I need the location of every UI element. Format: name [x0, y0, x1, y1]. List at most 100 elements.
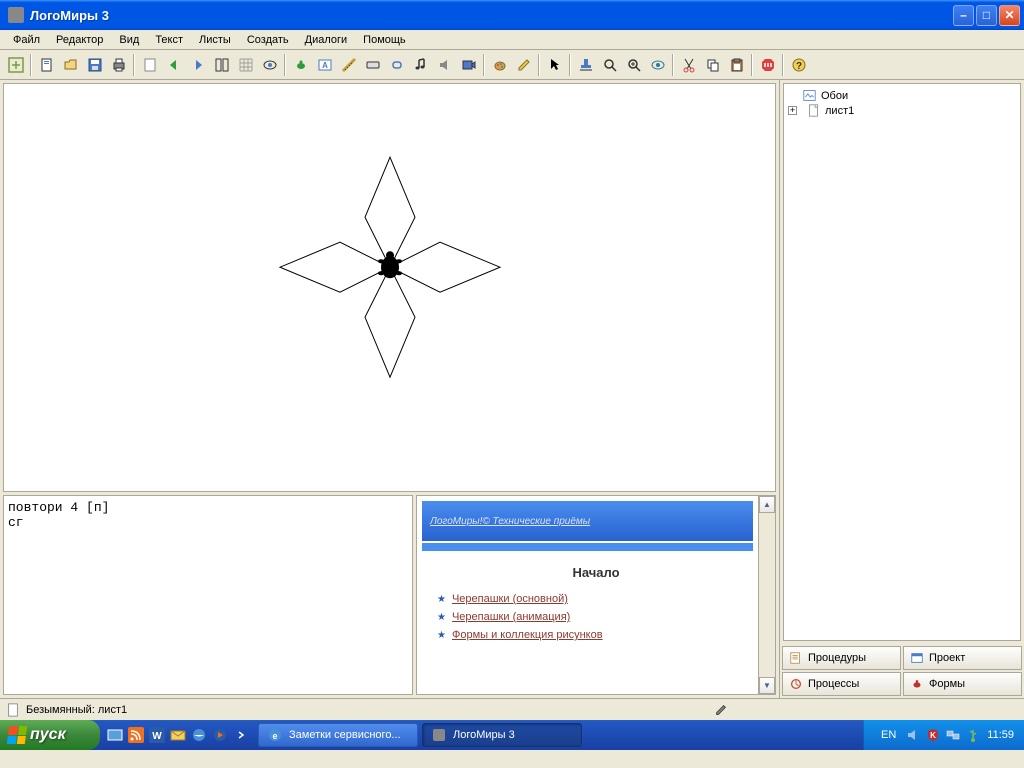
sound-icon[interactable] — [433, 53, 456, 76]
help-link-turtles-main[interactable]: Черепашки (основной) — [452, 593, 568, 605]
paste-icon[interactable] — [725, 53, 748, 76]
tab-project-label: Проект — [929, 652, 965, 664]
tray-usb-icon[interactable] — [965, 727, 981, 743]
grid-icon[interactable] — [234, 53, 257, 76]
ql-desktop-icon[interactable] — [106, 724, 124, 746]
zoom-icon[interactable] — [622, 53, 645, 76]
tree-root-label: Обои — [819, 90, 850, 102]
menu-text[interactable]: Текст — [148, 32, 190, 48]
task-label-2: ЛогоМиры 3 — [453, 729, 515, 741]
menu-create[interactable]: Создать — [240, 32, 296, 48]
wallpaper-icon — [803, 89, 816, 102]
tray-clock[interactable]: 11:59 — [987, 729, 1014, 741]
svg-text:e: e — [272, 731, 277, 741]
status-edit-icon[interactable] — [714, 703, 728, 717]
logo-app-icon — [431, 727, 447, 743]
ql-word-icon[interactable]: W — [148, 724, 166, 746]
menu-dialogs[interactable]: Диалоги — [298, 32, 355, 48]
help-panel: ЛогоМиры!© Технические приёмы Начало ★Че… — [416, 495, 776, 695]
canvas[interactable] — [3, 83, 776, 492]
video-icon[interactable] — [457, 53, 480, 76]
help-link-turtles-anim[interactable]: Черепашки (анимация) — [452, 611, 570, 623]
print-icon[interactable] — [107, 53, 130, 76]
bullet-icon: ★ — [437, 630, 446, 641]
window-titlebar: ЛогоМиры 3 – □ ✕ — [0, 0, 1024, 30]
start-button[interactable]: пуск — [0, 720, 100, 750]
eye2-icon[interactable] — [646, 53, 669, 76]
bullet-icon: ★ — [437, 612, 446, 623]
open-icon[interactable] — [59, 53, 82, 76]
menu-editor[interactable]: Редактор — [49, 32, 110, 48]
menu-help[interactable]: Помощь — [356, 32, 413, 48]
menu-file[interactable]: Файл — [6, 32, 47, 48]
window-title: ЛогоМиры 3 — [28, 8, 953, 23]
next-icon[interactable] — [186, 53, 209, 76]
button-icon[interactable] — [361, 53, 384, 76]
measure-icon[interactable] — [337, 53, 360, 76]
tab-processes[interactable]: Процессы — [782, 672, 901, 696]
turtle-drawing — [260, 137, 520, 397]
taskbar-task-notes[interactable]: e Заметки сервисного... — [258, 723, 418, 747]
separator — [782, 54, 784, 76]
main-area: повтори 4 [п] сг ЛогоМиры!© Технические … — [0, 80, 1024, 698]
menu-sheets[interactable]: Листы — [192, 32, 238, 48]
tray-shield-icon[interactable]: K — [925, 727, 941, 743]
separator — [284, 54, 286, 76]
ql-media-icon[interactable] — [211, 724, 229, 746]
cut-icon[interactable] — [677, 53, 700, 76]
tab-project[interactable]: Проект — [903, 646, 1022, 670]
stamp-icon[interactable] — [574, 53, 597, 76]
separator — [538, 54, 540, 76]
start-label: пуск — [30, 726, 66, 744]
layout-icon[interactable] — [210, 53, 233, 76]
link-icon[interactable] — [385, 53, 408, 76]
scroll-down-icon[interactable]: ▼ — [759, 677, 775, 694]
ql-expand-icon[interactable] — [232, 724, 250, 746]
minimize-button[interactable]: – — [953, 5, 974, 26]
tab-procedures[interactable]: Процедуры — [782, 646, 901, 670]
expand-icon[interactable]: + — [788, 106, 797, 115]
copy-icon[interactable] — [701, 53, 724, 76]
turtle-icon[interactable] — [289, 53, 312, 76]
maximize-button[interactable]: □ — [976, 5, 997, 26]
status-text: Безымянный: лист1 — [26, 704, 127, 716]
menu-view[interactable]: Вид — [112, 32, 146, 48]
eye-icon[interactable] — [258, 53, 281, 76]
music-icon[interactable] — [409, 53, 432, 76]
help-scrollbar[interactable]: ▲ ▼ — [758, 496, 775, 694]
search-icon[interactable] — [598, 53, 621, 76]
prev-icon[interactable] — [162, 53, 185, 76]
tray-network-icon[interactable] — [945, 727, 961, 743]
command-input[interactable]: повтори 4 [п] сг — [3, 495, 413, 695]
tree-child[interactable]: + лист1 — [788, 103, 1016, 118]
save-icon[interactable] — [83, 53, 106, 76]
sidebar: Обои + лист1 Процедуры Проект Процессы — [779, 80, 1024, 698]
stop-icon[interactable] — [756, 53, 779, 76]
processes-icon — [789, 677, 803, 691]
help-icon[interactable]: ? — [787, 53, 810, 76]
pointer-icon[interactable] — [543, 53, 566, 76]
show-all-icon[interactable] — [4, 53, 27, 76]
project-tree[interactable]: Обои + лист1 — [783, 83, 1021, 641]
textbox-icon[interactable]: A — [313, 53, 336, 76]
svg-text:A: A — [322, 61, 328, 70]
help-link-forms[interactable]: Формы и коллекция рисунков — [452, 629, 603, 641]
close-button[interactable]: ✕ — [999, 5, 1020, 26]
ql-rss-icon[interactable] — [127, 724, 145, 746]
ql-ie-icon[interactable] — [190, 724, 208, 746]
tray-volume-icon[interactable] — [905, 727, 921, 743]
page-icon[interactable] — [138, 53, 161, 76]
tree-root[interactable]: Обои — [788, 88, 1016, 103]
scroll-up-icon[interactable]: ▲ — [759, 496, 775, 513]
new-icon[interactable] — [35, 53, 58, 76]
paint-icon[interactable] — [488, 53, 511, 76]
tab-forms[interactable]: Формы — [903, 672, 1022, 696]
pencil-icon[interactable] — [512, 53, 535, 76]
sidebar-tabs: Процедуры Проект Процессы Формы — [780, 644, 1024, 698]
taskbar-task-logo[interactable]: ЛогоМиры 3 — [422, 723, 582, 747]
tab-procedures-label: Процедуры — [808, 652, 866, 664]
tray-language[interactable]: EN — [878, 728, 899, 742]
ql-mail-icon[interactable] — [169, 724, 187, 746]
status-page-icon — [6, 703, 20, 717]
svg-text:?: ? — [795, 61, 801, 72]
